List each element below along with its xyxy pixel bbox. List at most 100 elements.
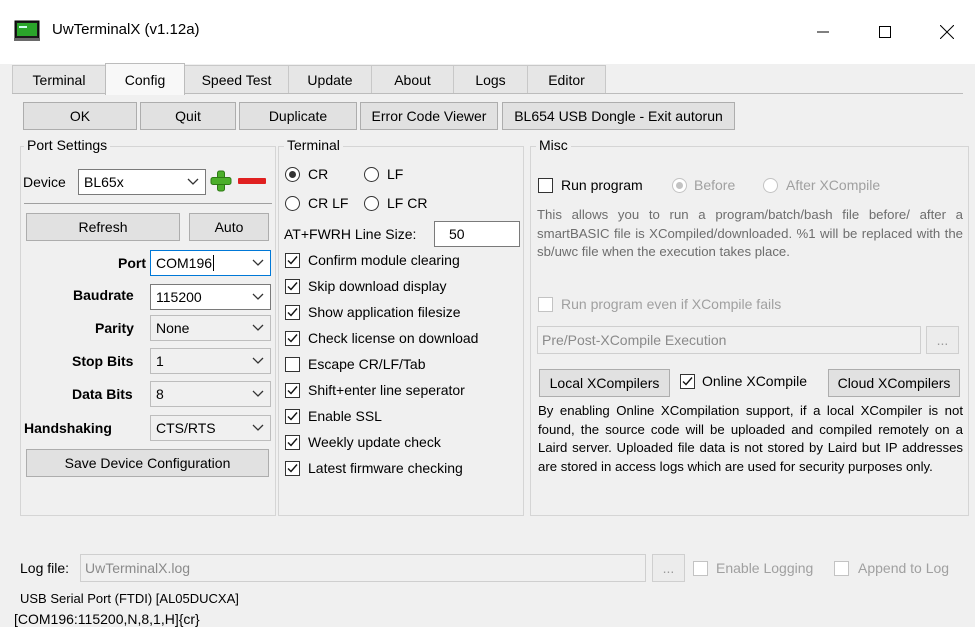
parity-label: Parity bbox=[95, 320, 134, 336]
local-xcompilers-button[interactable]: Local XCompilers bbox=[539, 369, 670, 397]
radio-before-label: Before bbox=[694, 177, 736, 193]
line-size-label: AT+FWRH Line Size: bbox=[284, 226, 417, 242]
tab-terminal[interactable]: Terminal bbox=[12, 65, 106, 93]
port-settings-title: Port Settings bbox=[24, 137, 111, 153]
terminal-option-checkbox[interactable] bbox=[285, 383, 300, 398]
execution-browse-button[interactable]: ... bbox=[926, 326, 959, 354]
port-select[interactable]: COM196 bbox=[150, 250, 271, 276]
device-select[interactable]: BL65x bbox=[78, 169, 206, 195]
run-program-description: This allows you to run a program/batch/b… bbox=[537, 207, 963, 260]
remove-device-icon[interactable] bbox=[238, 178, 266, 184]
terminal-option-label: Skip download display bbox=[308, 278, 447, 294]
maximize-button[interactable] bbox=[862, 14, 908, 50]
log-browse-button[interactable]: ... bbox=[652, 554, 685, 582]
baudrate-label: Baudrate bbox=[73, 287, 134, 303]
stop-bits-label: Stop Bits bbox=[72, 353, 134, 369]
tab-config[interactable]: Config bbox=[105, 63, 185, 95]
baudrate-select-value: 115200 bbox=[156, 289, 202, 305]
chevron-down-icon bbox=[252, 293, 264, 300]
terminal-option-label: Weekly update check bbox=[308, 434, 441, 450]
line-size-input[interactable]: 50 bbox=[434, 221, 520, 247]
online-xcompile-checkbox[interactable] bbox=[680, 374, 695, 389]
chevron-down-icon bbox=[187, 178, 199, 185]
check-icon bbox=[287, 282, 298, 291]
stop-bits-select[interactable]: 1 bbox=[150, 348, 271, 374]
ok-button[interactable]: OK bbox=[23, 102, 137, 130]
run-even-if-fails-checkbox[interactable] bbox=[538, 297, 553, 312]
data-bits-select-value: 8 bbox=[156, 386, 164, 402]
enable-logging-checkbox[interactable] bbox=[693, 561, 708, 576]
quit-button[interactable]: Quit bbox=[140, 102, 236, 130]
append-to-log-checkbox[interactable] bbox=[834, 561, 849, 576]
parity-select-value: None bbox=[156, 320, 190, 336]
port-select-value: COM196 bbox=[156, 255, 213, 271]
check-icon bbox=[287, 412, 298, 421]
terminal-title: Terminal bbox=[284, 137, 343, 153]
radio-selected-dot bbox=[676, 182, 683, 189]
radio-crlf[interactable] bbox=[285, 196, 300, 211]
radio-cr[interactable] bbox=[285, 167, 300, 182]
terminal-option-checkbox[interactable] bbox=[285, 305, 300, 320]
execution-command-input[interactable]: Pre/Post-XCompile Execution bbox=[537, 326, 921, 354]
close-button[interactable] bbox=[924, 14, 970, 50]
radio-crlf-label: CR LF bbox=[308, 195, 349, 211]
check-icon bbox=[682, 377, 693, 386]
terminal-option-label: Confirm module clearing bbox=[308, 252, 460, 268]
check-icon bbox=[287, 308, 298, 317]
minimize-icon bbox=[817, 31, 829, 33]
cloud-xcompilers-button[interactable]: Cloud XCompilers bbox=[828, 369, 960, 397]
error-code-viewer-button[interactable]: Error Code Viewer bbox=[360, 102, 498, 130]
misc-title: Misc bbox=[536, 137, 571, 153]
auto-button[interactable]: Auto bbox=[189, 213, 269, 241]
tab-logs-label: Logs bbox=[475, 71, 506, 88]
radio-lf[interactable] bbox=[364, 167, 379, 182]
parity-select[interactable]: None bbox=[150, 315, 271, 341]
status-bar: [COM196:115200,N,8,1,H]{cr} bbox=[14, 611, 200, 627]
radio-before[interactable] bbox=[672, 178, 687, 193]
tab-update[interactable]: Update bbox=[288, 65, 372, 93]
device-label: Device bbox=[23, 174, 66, 190]
radio-lfcr[interactable] bbox=[364, 196, 379, 211]
stop-bits-select-value: 1 bbox=[156, 353, 164, 369]
terminal-option-checkbox[interactable] bbox=[285, 409, 300, 424]
log-file-label: Log file: bbox=[20, 560, 70, 576]
handshaking-select-value: CTS/RTS bbox=[156, 420, 216, 436]
tab-speed-test-label: Speed Test bbox=[201, 71, 272, 88]
data-bits-select[interactable]: 8 bbox=[150, 381, 271, 407]
duplicate-button[interactable]: Duplicate bbox=[239, 102, 357, 130]
text-cursor bbox=[213, 255, 215, 271]
check-icon bbox=[287, 334, 298, 343]
baudrate-select[interactable]: 115200 bbox=[150, 284, 271, 310]
radio-after[interactable] bbox=[763, 178, 778, 193]
save-device-configuration-button[interactable]: Save Device Configuration bbox=[26, 449, 269, 477]
run-program-checkbox[interactable] bbox=[538, 178, 553, 193]
radio-after-label: After XCompile bbox=[786, 177, 881, 193]
refresh-button[interactable]: Refresh bbox=[26, 213, 180, 241]
device-info: USB Serial Port (FTDI) [AL05DUCXA] bbox=[20, 591, 239, 606]
minimize-button[interactable] bbox=[800, 14, 846, 50]
terminal-option-checkbox[interactable] bbox=[285, 435, 300, 450]
tab-logs[interactable]: Logs bbox=[453, 65, 528, 93]
add-device-icon[interactable] bbox=[210, 170, 232, 192]
handshaking-select[interactable]: CTS/RTS bbox=[150, 415, 271, 441]
tab-about[interactable]: About bbox=[371, 65, 454, 93]
tab-speed-test[interactable]: Speed Test bbox=[184, 65, 289, 93]
terminal-option-checkbox[interactable] bbox=[285, 331, 300, 346]
port-label: Port bbox=[118, 255, 146, 271]
handshaking-label: Handshaking bbox=[24, 420, 112, 436]
check-icon bbox=[287, 256, 298, 265]
maximize-icon bbox=[879, 26, 891, 38]
chevron-down-icon bbox=[252, 259, 264, 266]
terminal-option-checkbox[interactable] bbox=[285, 279, 300, 294]
terminal-option-checkbox[interactable] bbox=[285, 461, 300, 476]
tab-editor[interactable]: Editor bbox=[527, 65, 606, 93]
radio-lf-label: LF bbox=[387, 166, 404, 182]
data-bits-label: Data Bits bbox=[72, 386, 133, 402]
terminal-option-checkbox[interactable] bbox=[285, 357, 300, 372]
tab-about-label: About bbox=[394, 71, 431, 88]
exit-autorun-button[interactable]: BL654 USB Dongle - Exit autorun bbox=[502, 102, 735, 130]
app-icon bbox=[14, 20, 40, 42]
terminal-option-checkbox[interactable] bbox=[285, 253, 300, 268]
log-file-input[interactable]: UwTerminalX.log bbox=[80, 554, 646, 582]
chevron-down-icon bbox=[252, 424, 264, 431]
